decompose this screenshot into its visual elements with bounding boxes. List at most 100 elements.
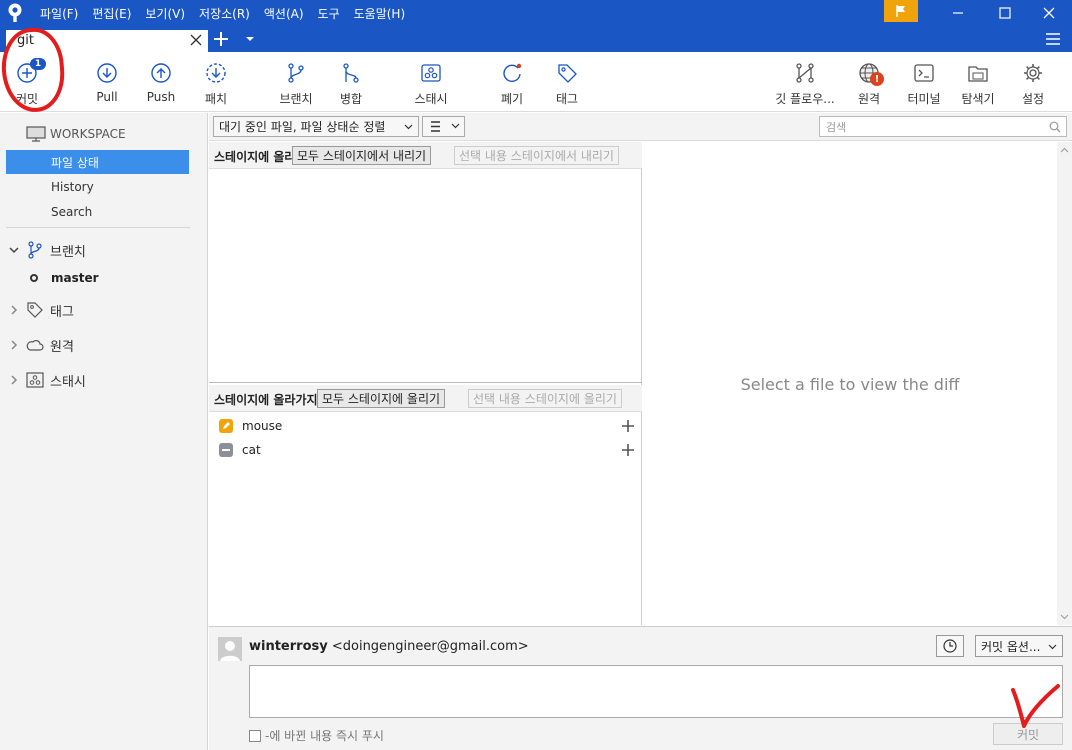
sidebar-item-file-status[interactable]: 파일 상태 [6, 150, 189, 174]
pull-icon [97, 63, 117, 83]
sidebar-group-branches[interactable]: 브랜치 [8, 239, 86, 261]
staged-title: 스테이지에 올라간 파일 [214, 150, 296, 164]
feedback-flag-button[interactable] [884, 0, 918, 22]
explorer-label: 탐색기 [961, 92, 995, 106]
sidebar-group-stashes[interactable]: 스태시 [8, 369, 86, 391]
discard-button[interactable]: 폐기 [495, 52, 529, 112]
commit-author[interactable]: winterrosy <doingengineer@gmail.com> [249, 639, 529, 654]
file-row[interactable]: cat [209, 438, 642, 462]
patch-button[interactable]: 패치 [199, 52, 233, 112]
chevron-right-icon [11, 375, 18, 385]
menu-file[interactable]: 파일(F) [40, 5, 78, 22]
stash-icon [26, 372, 44, 388]
stage-selected-button[interactable]: 선택 내용 스테이지에 올리기 [468, 389, 622, 408]
unstaged-header: 스테이지에 올라가지 않은 파일 모두 스테이지에 올리기 선택 내용 스테이지… [209, 385, 642, 412]
push-icon [151, 63, 171, 83]
stage-file-icon[interactable] [621, 419, 635, 433]
sidebar-item-history[interactable]: History [6, 175, 189, 199]
clock-icon [943, 639, 957, 653]
patch-label: 패치 [204, 92, 228, 106]
new-tab-icon[interactable] [213, 31, 229, 47]
discard-icon [503, 63, 522, 83]
sidebar-group-remotes[interactable]: 원격 [8, 334, 74, 356]
push-button[interactable]: Push [144, 52, 178, 112]
search-input[interactable]: 검색 [819, 116, 1067, 137]
commit-toolbar-button[interactable]: 1 커밋 [10, 52, 46, 112]
filter-bar: 대기 중인 파일, 파일 상태순 정렬 검색 [209, 113, 1072, 141]
removed-file-icon [219, 443, 233, 457]
search-icon [1049, 121, 1061, 133]
tab-dropdown-icon[interactable] [244, 34, 256, 44]
flag-icon [896, 5, 905, 17]
sidebar-group-tags[interactable]: 태그 [8, 299, 74, 321]
commit-message-input[interactable] [249, 665, 1063, 718]
menu-edit[interactable]: 편집(E) [92, 5, 131, 22]
pull-label: Pull [96, 90, 118, 104]
close-icon [1043, 7, 1055, 19]
terminal-label: 터미널 [907, 92, 941, 106]
workspace-label: WORKSPACE [50, 127, 126, 141]
menu-repository[interactable]: 저장소(R) [199, 5, 250, 22]
commit-options-select[interactable]: 커밋 옵션... [975, 635, 1063, 657]
maximize-icon [999, 7, 1011, 19]
list-view-icon [431, 121, 460, 132]
monitor-icon [26, 126, 46, 142]
sidebar-item-search[interactable]: Search [6, 200, 189, 224]
settings-label: 설정 [1021, 92, 1045, 106]
menu-view[interactable]: 보기(V) [145, 5, 185, 22]
sidebar-item-label: History [51, 180, 94, 194]
sidebar: WORKSPACE 파일 상태 History Search 브랜치 maste… [0, 113, 208, 750]
merge-label: 병합 [339, 92, 363, 106]
menu-actions[interactable]: 액션(A) [264, 5, 304, 22]
merge-button[interactable]: 병합 [334, 52, 368, 112]
branch-icon [28, 241, 42, 259]
pull-button[interactable]: Pull [90, 52, 124, 112]
unstage-selected-button[interactable]: 선택 내용 스테이지에서 내리기 [454, 146, 619, 165]
remote-button[interactable]: ! 원격 [852, 52, 886, 112]
hamburger-menu-icon[interactable] [1045, 31, 1061, 47]
commit-button[interactable]: 커밋 [993, 723, 1063, 745]
menu-help[interactable]: 도움말(H) [354, 5, 406, 22]
sourcetree-logo-icon [8, 3, 22, 22]
unstaged-title: 스테이지에 올라가지 않은 파일 [214, 393, 318, 407]
menu-bar: 파일(F) 편집(E) 보기(V) 저장소(R) 액션(A) 도구 도움말(H) [40, 0, 419, 26]
terminal-button[interactable]: 터미널 [905, 52, 943, 112]
unstage-all-button[interactable]: 모두 스테이지에서 내리기 [292, 146, 432, 165]
branch-master[interactable]: master [30, 271, 99, 285]
explorer-button[interactable]: 탐색기 [958, 52, 998, 112]
close-window-button[interactable] [1026, 0, 1072, 26]
commit-history-button[interactable] [936, 635, 964, 657]
tab-close-icon[interactable] [189, 33, 203, 47]
tab-repository[interactable]: git [6, 30, 208, 52]
file-name: mouse [242, 419, 283, 433]
remote-warning-badge: ! [870, 72, 884, 86]
minimize-button[interactable] [935, 0, 981, 26]
chevron-right-icon [11, 340, 18, 350]
avatar [218, 637, 242, 661]
branch-name: master [51, 271, 99, 285]
author-email: <doingengineer@gmail.com> [331, 639, 529, 654]
tag-button[interactable]: 태그 [550, 52, 584, 112]
file-row[interactable]: mouse [209, 414, 642, 438]
gitflow-label: 깃 플로우... [775, 92, 835, 106]
current-branch-icon [30, 274, 38, 282]
commit-label: 커밋 [15, 92, 39, 106]
staged-header: 스테이지에 올라간 파일 모두 스테이지에서 내리기 선택 내용 스테이지에서 … [209, 142, 642, 169]
diff-scrollbar[interactable] [1057, 142, 1072, 625]
settings-button[interactable]: 설정 [1016, 52, 1050, 112]
tag-label: 태그 [555, 92, 579, 106]
branch-button[interactable]: 브랜치 [276, 52, 316, 112]
stage-all-button[interactable]: 모두 스테이지에 올리기 [317, 389, 446, 408]
view-mode-select[interactable] [422, 116, 465, 137]
stage-file-icon[interactable] [621, 443, 635, 457]
push-immediately-checkbox[interactable]: -에 바뀐 내용 즉시 푸시 [249, 727, 384, 744]
file-status-pane: 스테이지에 올라간 파일 모두 스테이지에서 내리기 선택 내용 스테이지에서 … [209, 142, 642, 625]
sort-mode-select[interactable]: 대기 중인 파일, 파일 상태순 정렬 [213, 116, 419, 137]
pane-splitter[interactable] [209, 382, 642, 383]
gitflow-button[interactable]: 깃 플로우... [774, 52, 836, 112]
minimize-icon [953, 12, 963, 14]
maximize-button[interactable] [982, 0, 1028, 26]
stash-button[interactable]: 스태시 [410, 52, 452, 112]
tab-label: git [17, 33, 34, 48]
menu-tools[interactable]: 도구 [318, 5, 340, 22]
